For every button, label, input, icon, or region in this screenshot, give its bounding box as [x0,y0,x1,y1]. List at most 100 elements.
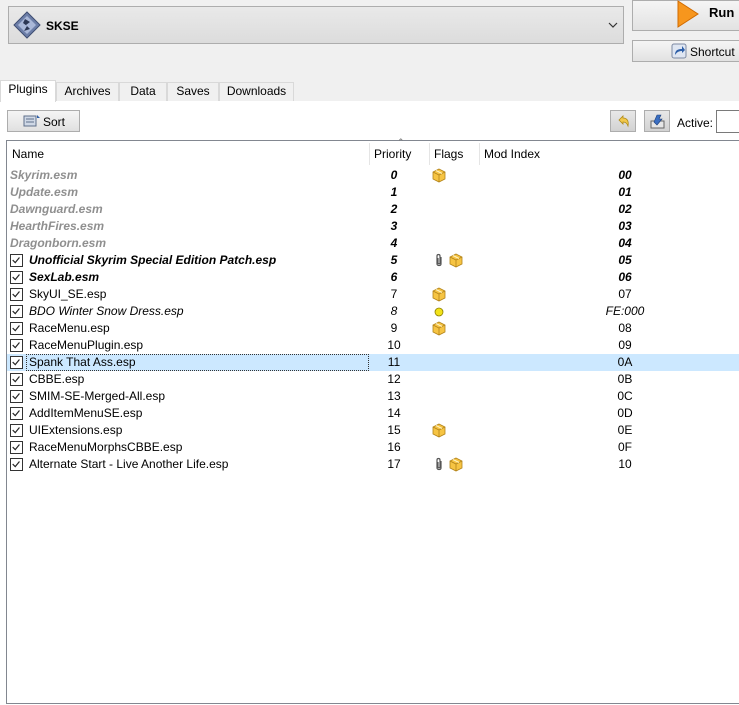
plugin-row[interactable]: Dragonborn.esm 4 04 [7,235,739,252]
checkmark-icon [12,342,20,349]
checkmark-icon [12,410,20,417]
plugin-row[interactable]: Spank That Ass.esp 11 0A [7,354,739,371]
checkmark-icon [12,444,20,451]
executable-dropdown[interactable]: SKSE [8,6,624,44]
active-count-field[interactable] [716,110,739,133]
plugin-row[interactable]: RaceMenu.esp 9 08 [7,320,739,337]
tab-data[interactable]: Data [119,82,167,101]
enable-checkbox[interactable] [10,458,23,471]
enable-checkbox[interactable] [10,322,23,335]
plugin-priority: 9 [390,321,398,335]
plugin-priority: 15 [387,423,401,437]
column-header-mod-index[interactable]: Mod Index [479,141,599,167]
plugin-flags [432,253,466,268]
plugin-row[interactable]: SkyUI_SE.esp 7 07 [7,286,739,303]
enable-checkbox[interactable] [10,288,23,301]
plugin-row[interactable]: Update.esm 1 01 [7,184,739,201]
enable-checkbox[interactable] [10,254,23,267]
plugin-priority: 2 [390,202,398,216]
enable-checkbox[interactable] [10,373,23,386]
shortcut-arrow-icon [671,43,687,59]
column-header-flags[interactable]: Flags [429,141,479,167]
paperclip-icon [432,457,446,472]
plugin-flags [432,423,449,438]
save-backup-button[interactable] [644,110,670,132]
plugin-row[interactable]: RaceMenuMorphsCBBE.esp 16 0F [7,439,739,456]
sort-ascending-icon: ⌃ [397,137,405,147]
undo-arrow-icon [618,115,629,128]
restore-backup-button[interactable] [610,110,636,132]
plugin-row[interactable]: SexLab.esm 6 06 [7,269,739,286]
enable-checkbox[interactable] [10,356,23,369]
plugin-mod-index: 03 [618,219,632,233]
plugin-priority: 1 [390,185,398,199]
package-icon [432,321,446,336]
plugin-row[interactable]: Unofficial Skyrim Special Edition Patch.… [7,252,739,269]
plugin-name: RaceMenuMorphsCBBE.esp [29,440,183,454]
plugin-row[interactable]: AddItemMenuSE.esp 14 0D [7,405,739,422]
checkmark-icon [12,291,20,298]
plugin-priority: 6 [390,270,398,284]
chevron-down-icon[interactable] [607,19,619,31]
plugin-name: Alternate Start - Live Another Life.esp [29,457,229,471]
plugin-name: AddItemMenuSE.esp [29,406,143,420]
plugin-mod-index: 0A [617,355,633,369]
checkmark-icon [12,393,20,400]
tab-label: Data [130,84,156,98]
enable-checkbox[interactable] [10,407,23,420]
tab-archives[interactable]: Archives [56,82,119,101]
enable-checkbox[interactable] [10,271,23,284]
plugin-flags [432,304,449,319]
enable-checkbox[interactable] [10,305,23,318]
sort-label: Sort [43,115,66,129]
checkmark-icon [12,427,20,434]
plugin-row[interactable]: Skyrim.esm 0 00 [7,167,739,184]
plugin-row[interactable]: CBBE.esp 12 0B [7,371,739,388]
plugin-row[interactable]: RaceMenuPlugin.esp 10 09 [7,337,739,354]
enable-checkbox[interactable] [10,339,23,352]
plugin-name: Unofficial Skyrim Special Edition Patch.… [29,253,277,267]
plugin-name: BDO Winter Snow Dress.esp [29,304,184,318]
plugin-priority: 12 [387,372,401,386]
shortcut-button[interactable]: Shortcut [632,40,739,62]
checkmark-icon [12,308,20,315]
plugin-row[interactable]: HearthFires.esm 3 03 [7,218,739,235]
plugin-mod-index: 06 [618,270,632,284]
plugin-name: SMIM-SE-Merged-All.esp [29,389,166,403]
plugin-name: CBBE.esp [29,372,85,386]
column-header-name[interactable]: Name [7,141,369,167]
checkmark-icon [12,461,20,468]
enable-checkbox[interactable] [10,424,23,437]
backup-icon [650,114,665,129]
enable-checkbox[interactable] [10,390,23,403]
plugin-row[interactable]: UIExtensions.esp 15 0E [7,422,739,439]
plugin-row[interactable]: Alternate Start - Live Another Life.esp 1… [7,456,739,473]
plugin-row[interactable]: BDO Winter Snow Dress.esp 8 FE:000 [7,303,739,320]
run-button[interactable]: Run [632,0,739,31]
tab-downloads[interactable]: Downloads [219,82,294,101]
plugin-priority: 4 [390,236,398,250]
plugin-name: RaceMenu.esp [29,321,110,335]
package-icon [449,253,463,268]
plugin-mod-index: 08 [618,321,632,335]
checkmark-icon [12,257,20,264]
play-icon [677,0,699,28]
plugin-priority: 0 [390,168,398,182]
plugin-name: UIExtensions.esp [29,423,123,437]
plugin-row[interactable]: SMIM-SE-Merged-All.esp 13 0C [7,388,739,405]
checkmark-icon [12,376,20,383]
package-icon [449,457,463,472]
skse-icon [13,11,41,39]
plugin-rows: Skyrim.esm 0 00 Update.esm 1 01 Dawnguard.esm 2… [7,167,739,703]
tab-plugins[interactable]: Plugins [0,80,56,102]
plugin-mod-index: 05 [618,253,632,267]
tab-saves[interactable]: Saves [167,82,219,101]
plugin-name: Skyrim.esm [10,168,78,182]
plugin-list[interactable]: Name Priority ⌃ Flags Mod Index Skyrim.e… [6,137,739,704]
tab-label: Plugins [8,82,48,96]
plugin-mod-index: 00 [618,168,632,182]
enable-checkbox[interactable] [10,441,23,454]
sort-button[interactable]: Sort [7,110,80,132]
plugin-row[interactable]: Dawnguard.esm 2 02 [7,201,739,218]
plugin-flags [432,168,449,183]
